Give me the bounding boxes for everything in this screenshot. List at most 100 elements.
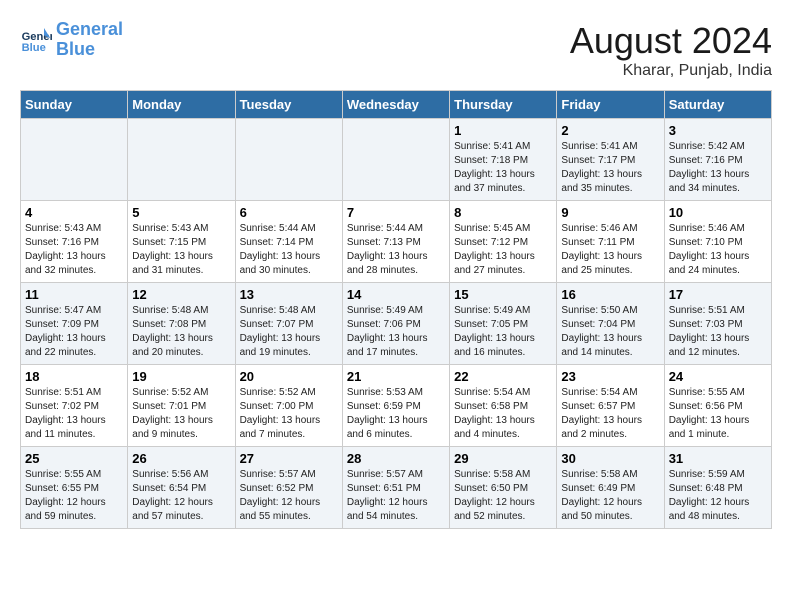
calendar-cell: 9Sunrise: 5:46 AM Sunset: 7:11 PM Daylig… (557, 201, 664, 283)
day-info: Sunrise: 5:43 AM Sunset: 7:15 PM Dayligh… (132, 222, 230, 278)
calendar-cell: 28 Sunrise: 5:57 AM Sunset: 6:51 PM Dayli… (342, 447, 449, 529)
day-info: Sunrise: 5:55 AM Sunset: 6:56 PM Dayligh… (669, 386, 767, 442)
day-info: Sunrise: 5:48 AM Sunset: 7:07 PM Dayligh… (240, 304, 338, 360)
day-info: Sunrise: 5:57 AM Sunset: 6:52 PM Dayligh… (240, 468, 338, 524)
day-number: 12 (132, 287, 230, 302)
day-number: 24 (669, 369, 767, 384)
calendar-week-row: 4Sunrise: 5:43 AM Sunset: 7:16 PM Daylig… (21, 201, 772, 283)
day-info: Sunrise: 5:57 AM Sunset: 6:51 PM Dayligh… (347, 468, 445, 524)
day-number: 31 (669, 451, 767, 466)
weekday-header-row: SundayMondayTuesdayWednesdayThursdayFrid… (21, 91, 772, 119)
calendar-cell: 8 Sunrise: 5:45 AM Sunset: 7:12 PM Daylig… (450, 201, 557, 283)
calendar-cell: 22 Sunrise: 5:54 AM Sunset: 6:58 PM Dayli… (450, 365, 557, 447)
day-number: 7 (347, 205, 445, 220)
day-number: 30 (561, 451, 659, 466)
month-year: August 2024 (570, 20, 772, 62)
calendar-cell (128, 119, 235, 201)
day-info: Sunrise: 5:41 AM Sunset: 7:17 PM Dayligh… (561, 140, 659, 196)
calendar-cell: 25Sunrise: 5:55 AM Sunset: 6:55 PM Dayli… (21, 447, 128, 529)
calendar-cell: 20Sunrise: 5:52 AM Sunset: 7:00 PM Dayli… (235, 365, 342, 447)
weekday-header-tuesday: Tuesday (235, 91, 342, 119)
day-number: 23 (561, 369, 659, 384)
weekday-header-thursday: Thursday (450, 91, 557, 119)
day-info: Sunrise: 5:45 AM Sunset: 7:12 PM Dayligh… (454, 222, 552, 278)
day-info: Sunrise: 5:42 AM Sunset: 7:16 PM Dayligh… (669, 140, 767, 196)
calendar-cell: 12 Sunrise: 5:48 AM Sunset: 7:08 PM Dayli… (128, 283, 235, 365)
day-info: Sunrise: 5:49 AM Sunset: 7:05 PM Dayligh… (454, 304, 552, 360)
day-info: Sunrise: 5:50 AM Sunset: 7:04 PM Dayligh… (561, 304, 659, 360)
calendar-cell (235, 119, 342, 201)
day-info: Sunrise: 5:53 AM Sunset: 6:59 PM Dayligh… (347, 386, 445, 442)
calendar-cell: 23 Sunrise: 5:54 AM Sunset: 6:57 PM Dayli… (557, 365, 664, 447)
day-info: Sunrise: 5:56 AM Sunset: 6:54 PM Dayligh… (132, 468, 230, 524)
calendar-cell: 24 Sunrise: 5:55 AM Sunset: 6:56 PM Dayli… (664, 365, 771, 447)
day-info: Sunrise: 5:54 AM Sunset: 6:57 PM Dayligh… (561, 386, 659, 442)
calendar-cell: 3 Sunrise: 5:42 AM Sunset: 7:16 PM Daylig… (664, 119, 771, 201)
calendar-cell: 19Sunrise: 5:52 AM Sunset: 7:01 PM Dayli… (128, 365, 235, 447)
calendar-cell: 6 Sunrise: 5:44 AM Sunset: 7:14 PM Daylig… (235, 201, 342, 283)
day-number: 10 (669, 205, 767, 220)
day-info: Sunrise: 5:55 AM Sunset: 6:55 PM Dayligh… (25, 468, 123, 524)
calendar-cell: 5Sunrise: 5:43 AM Sunset: 7:15 PM Daylig… (128, 201, 235, 283)
calendar-week-row: 18 Sunrise: 5:51 AM Sunset: 7:02 PM Dayli… (21, 365, 772, 447)
day-number: 16 (561, 287, 659, 302)
day-info: Sunrise: 5:46 AM Sunset: 7:10 PM Dayligh… (669, 222, 767, 278)
calendar-table: SundayMondayTuesdayWednesdayThursdayFrid… (20, 90, 772, 529)
calendar-cell: 16 Sunrise: 5:50 AM Sunset: 7:04 PM Dayli… (557, 283, 664, 365)
calendar-week-row: 1Sunrise: 5:41 AM Sunset: 7:18 PM Daylig… (21, 119, 772, 201)
calendar-cell (342, 119, 449, 201)
day-number: 14 (347, 287, 445, 302)
calendar-cell: 15Sunrise: 5:49 AM Sunset: 7:05 PM Dayli… (450, 283, 557, 365)
weekday-header-friday: Friday (557, 91, 664, 119)
day-info: Sunrise: 5:43 AM Sunset: 7:16 PM Dayligh… (25, 222, 123, 278)
calendar-week-row: 25Sunrise: 5:55 AM Sunset: 6:55 PM Dayli… (21, 447, 772, 529)
day-number: 29 (454, 451, 552, 466)
calendar-cell: 4Sunrise: 5:43 AM Sunset: 7:16 PM Daylig… (21, 201, 128, 283)
day-info: Sunrise: 5:44 AM Sunset: 7:14 PM Dayligh… (240, 222, 338, 278)
calendar-cell: 11 Sunrise: 5:47 AM Sunset: 7:09 PM Dayli… (21, 283, 128, 365)
svg-text:General: General (22, 31, 52, 43)
calendar-cell: 30Sunrise: 5:58 AM Sunset: 6:49 PM Dayli… (557, 447, 664, 529)
day-info: Sunrise: 5:58 AM Sunset: 6:50 PM Dayligh… (454, 468, 552, 524)
calendar-cell: 10 Sunrise: 5:46 AM Sunset: 7:10 PM Dayli… (664, 201, 771, 283)
title-block: August 2024 Kharar, Punjab, India (570, 20, 772, 80)
day-info: Sunrise: 5:49 AM Sunset: 7:06 PM Dayligh… (347, 304, 445, 360)
day-number: 19 (132, 369, 230, 384)
day-info: Sunrise: 5:48 AM Sunset: 7:08 PM Dayligh… (132, 304, 230, 360)
day-number: 21 (347, 369, 445, 384)
day-number: 8 (454, 205, 552, 220)
day-number: 26 (132, 451, 230, 466)
weekday-header-sunday: Sunday (21, 91, 128, 119)
day-number: 22 (454, 369, 552, 384)
day-info: Sunrise: 5:51 AM Sunset: 7:02 PM Dayligh… (25, 386, 123, 442)
day-number: 17 (669, 287, 767, 302)
calendar-cell: 26 Sunrise: 5:56 AM Sunset: 6:54 PM Dayli… (128, 447, 235, 529)
logo: General Blue GeneralBlue (20, 20, 123, 60)
weekday-header-monday: Monday (128, 91, 235, 119)
day-info: Sunrise: 5:51 AM Sunset: 7:03 PM Dayligh… (669, 304, 767, 360)
day-number: 6 (240, 205, 338, 220)
day-number: 28 (347, 451, 445, 466)
day-info: Sunrise: 5:59 AM Sunset: 6:48 PM Dayligh… (669, 468, 767, 524)
day-number: 18 (25, 369, 123, 384)
calendar-cell: 17 Sunrise: 5:51 AM Sunset: 7:03 PM Dayli… (664, 283, 771, 365)
day-info: Sunrise: 5:54 AM Sunset: 6:58 PM Dayligh… (454, 386, 552, 442)
day-number: 9 (561, 205, 659, 220)
calendar-cell: 21 Sunrise: 5:53 AM Sunset: 6:59 PM Dayli… (342, 365, 449, 447)
day-number: 3 (669, 123, 767, 138)
day-info: Sunrise: 5:44 AM Sunset: 7:13 PM Dayligh… (347, 222, 445, 278)
page-header: General Blue GeneralBlue August 2024 Kha… (20, 20, 772, 80)
calendar-cell: 13Sunrise: 5:48 AM Sunset: 7:07 PM Dayli… (235, 283, 342, 365)
day-number: 27 (240, 451, 338, 466)
calendar-week-row: 11 Sunrise: 5:47 AM Sunset: 7:09 PM Dayli… (21, 283, 772, 365)
weekday-header-saturday: Saturday (664, 91, 771, 119)
day-number: 2 (561, 123, 659, 138)
calendar-cell: 27 Sunrise: 5:57 AM Sunset: 6:52 PM Dayli… (235, 447, 342, 529)
logo-icon: General Blue (20, 24, 52, 56)
day-number: 20 (240, 369, 338, 384)
day-number: 11 (25, 287, 123, 302)
svg-text:Blue: Blue (22, 42, 46, 54)
day-number: 1 (454, 123, 552, 138)
calendar-cell: 1Sunrise: 5:41 AM Sunset: 7:18 PM Daylig… (450, 119, 557, 201)
day-info: Sunrise: 5:47 AM Sunset: 7:09 PM Dayligh… (25, 304, 123, 360)
